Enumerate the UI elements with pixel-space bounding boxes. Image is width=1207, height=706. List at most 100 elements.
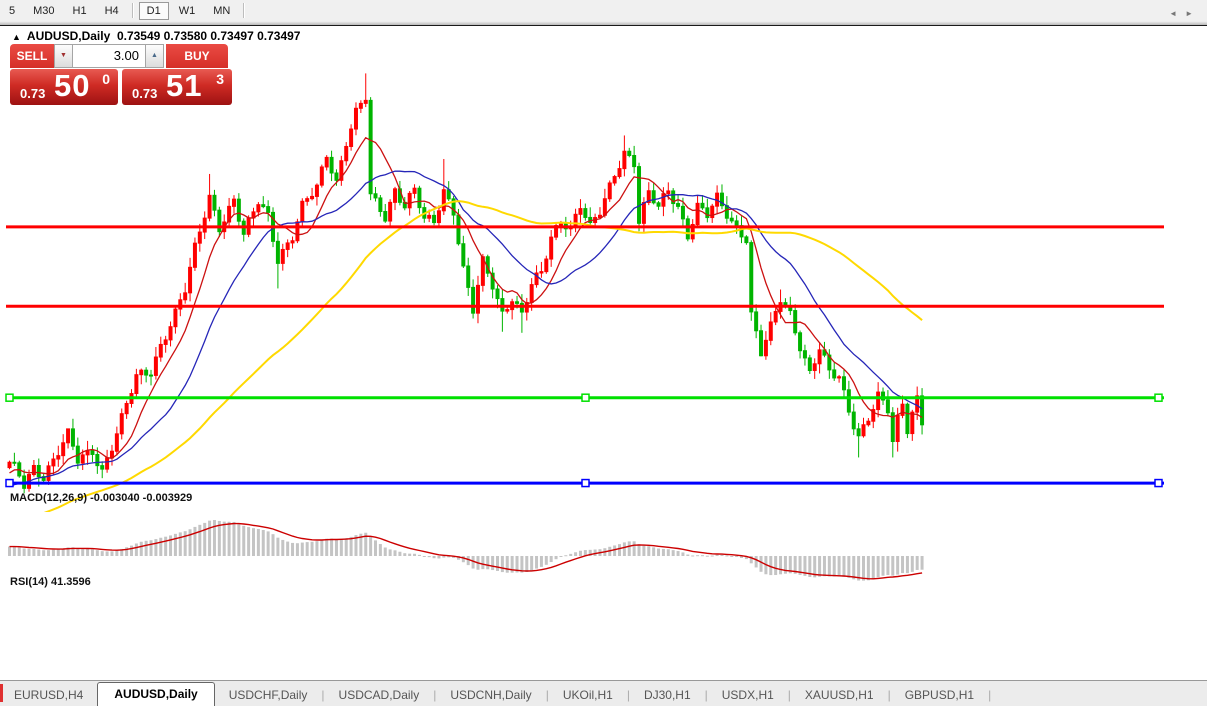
macd-histogram-bar — [267, 531, 270, 556]
candle-body — [267, 207, 270, 213]
hline-handle[interactable] — [1155, 480, 1162, 487]
buy-button[interactable]: BUY — [166, 44, 228, 68]
macd-histogram-bar — [169, 535, 172, 556]
macd-histogram-bar — [574, 552, 577, 556]
macd-histogram-bar — [213, 520, 216, 556]
macd-histogram-bar — [13, 547, 16, 556]
ma-55-line — [10, 201, 923, 527]
candle-body — [550, 237, 553, 259]
macd-histogram-bar — [628, 541, 631, 556]
hline-handle[interactable] — [6, 394, 13, 401]
tab-usdcad-daily[interactable]: USDCAD,Daily — [325, 684, 434, 706]
macd-histogram-bar — [891, 556, 894, 576]
hline-handle[interactable] — [582, 394, 589, 401]
macd-histogram-bar — [916, 556, 919, 570]
macd-histogram-bar — [179, 532, 182, 556]
candle-body — [394, 189, 397, 203]
candle-body — [350, 129, 353, 146]
candle-body — [467, 266, 470, 287]
macd-histogram-bar — [667, 549, 670, 556]
tab-usdcnh-daily[interactable]: USDCNH,Daily — [436, 684, 545, 706]
tab-scroll-arrows[interactable]: ◄► — [1169, 9, 1201, 18]
sell-price-button[interactable]: 0.73 50 0 — [10, 69, 118, 105]
macd-histogram-bar — [701, 555, 704, 556]
macd-histogram-bar — [662, 549, 665, 556]
tab-usdchf-daily[interactable]: USDCHF,Daily — [215, 684, 322, 706]
timeframe-h1[interactable]: H1 — [65, 2, 95, 20]
candle-body — [906, 404, 909, 433]
candle-body — [886, 400, 889, 413]
candle-body — [67, 429, 70, 443]
timeframe-m30[interactable]: M30 — [25, 2, 62, 20]
timeframe-h4[interactable]: H4 — [97, 2, 127, 20]
macd-histogram-bar — [18, 547, 21, 556]
macd-histogram-bar — [281, 540, 284, 556]
tab-gbpusd-h1[interactable]: GBPUSD,H1 — [891, 684, 988, 706]
candle-body — [159, 344, 162, 357]
timeframe-w1[interactable]: W1 — [171, 2, 204, 20]
macd-histogram-bar — [618, 544, 621, 556]
candle-body — [540, 272, 543, 273]
macd-histogram-bar — [882, 556, 885, 576]
macd-histogram-bar — [203, 523, 206, 556]
candle-body — [13, 462, 16, 463]
sell-button[interactable]: SELL — [10, 44, 54, 68]
expand-chart-icon[interactable]: ▲ — [12, 32, 21, 42]
hline-handle[interactable] — [1155, 394, 1162, 401]
volume-decrease-button[interactable]: ▼ — [54, 44, 72, 68]
candle-body — [677, 204, 680, 207]
macd-histogram-bar — [657, 549, 660, 556]
macd-histogram-bar — [418, 555, 421, 556]
candle-body — [281, 249, 284, 263]
toolbar-divider — [243, 3, 245, 18]
macd-histogram-bar — [130, 546, 133, 556]
volume-increase-button[interactable]: ▲ — [146, 44, 164, 68]
volume-input[interactable]: 3.00 — [72, 44, 146, 68]
timeframe-5[interactable]: 5 — [1, 2, 23, 20]
macd-histogram-bar — [672, 550, 675, 556]
candle-body — [735, 221, 738, 226]
timeframe-d1[interactable]: D1 — [139, 2, 169, 20]
macd-histogram-bar — [491, 556, 494, 570]
candle-body — [389, 202, 392, 221]
candle-body — [852, 412, 855, 429]
macd-histogram-bar — [150, 540, 153, 556]
candle-body — [701, 203, 704, 208]
timeframe-mn[interactable]: MN — [205, 2, 238, 20]
candle-body — [32, 465, 35, 474]
price-chart-canvas[interactable] — [0, 26, 1207, 680]
macd-histogram-bar — [555, 556, 558, 559]
candle-body — [96, 454, 99, 465]
buy-price-prefix: 0.73 — [132, 86, 157, 101]
candle-body — [169, 327, 172, 340]
candle-body — [613, 177, 616, 183]
hline-handle[interactable] — [6, 480, 13, 487]
macd-histogram-bar — [540, 556, 543, 567]
chart-window[interactable]: ▲AUDUSD,Daily 0.73549 0.73580 0.73497 0.… — [0, 25, 1207, 680]
macd-histogram-bar — [242, 526, 245, 556]
macd-histogram-bar — [877, 556, 880, 577]
candle-body — [311, 196, 314, 198]
tab-eurusd-h4[interactable]: EURUSD,H4 — [0, 684, 97, 706]
tab-ukoil-h1[interactable]: UKOil,H1 — [549, 684, 627, 706]
tab-dj30-h1[interactable]: DJ30,H1 — [630, 684, 705, 706]
scroll-right-icon[interactable]: ► — [1185, 9, 1201, 18]
macd-histogram-bar — [496, 556, 499, 571]
macd-histogram-bar — [135, 543, 138, 556]
tab-usdx-h1[interactable]: USDX,H1 — [708, 684, 788, 706]
buy-price-button[interactable]: 0.73 51 3 — [122, 69, 232, 105]
macd-histogram-bar — [81, 549, 84, 556]
macd-histogram-bar — [276, 538, 279, 556]
candle-body — [306, 199, 309, 202]
hline-handle[interactable] — [582, 480, 589, 487]
scroll-left-icon[interactable]: ◄ — [1169, 9, 1185, 18]
macd-histogram-bar — [647, 546, 650, 556]
tab-xauusd-h1[interactable]: XAUUSD,H1 — [791, 684, 888, 706]
macd-histogram-bar — [633, 541, 636, 556]
macd-histogram-bar — [838, 556, 841, 576]
candle-body — [232, 199, 235, 206]
candle-body — [706, 208, 709, 218]
macd-histogram-bar — [325, 539, 328, 556]
macd-histogram-bar — [423, 556, 426, 557]
tab-audusd-daily[interactable]: AUDUSD,Daily — [97, 682, 214, 706]
